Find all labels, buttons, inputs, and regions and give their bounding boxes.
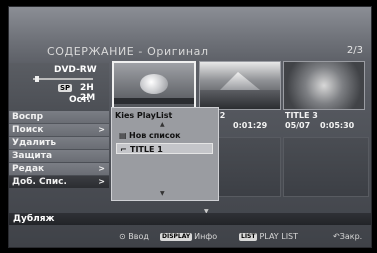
submenu-arrow-icon: > xyxy=(98,177,105,186)
title-date: 05/07 xyxy=(285,121,311,130)
menu-item-delete[interactable]: Удалить xyxy=(9,137,109,149)
folder-icon: ⌐ xyxy=(120,145,127,154)
title-duration: 0:05:30 xyxy=(320,121,355,130)
title-thumbnail-2[interactable] xyxy=(199,61,281,110)
page-number: 2/3 xyxy=(346,45,363,56)
display-key: DISPLAY xyxy=(160,232,193,241)
enter-label: Ввод xyxy=(128,232,149,241)
playlist-option-title1[interactable]: ⌐ TITLE 1 xyxy=(116,143,213,154)
remaining-label: Ост. xyxy=(69,95,91,105)
menu-item-label: Поиск xyxy=(12,125,44,135)
footer-hints: ⊙ Ввод DISPLAY Инфо LIST PLAY LIST ↶Закр. xyxy=(9,227,371,247)
disc-usage-marker xyxy=(35,76,39,82)
menu-item-dubbing[interactable]: Дубляж xyxy=(9,213,371,225)
enter-icon: ⊙ xyxy=(119,232,126,241)
option-label: TITLE 1 xyxy=(130,145,163,154)
thumbnail-image xyxy=(220,72,260,90)
list-label: PLAY LIST xyxy=(259,232,299,241)
popup-title: Kies PlayList xyxy=(115,111,173,120)
empty-title-slot xyxy=(283,137,369,197)
scroll-down-icon[interactable]: ▼ xyxy=(160,190,165,197)
menu-item-edit[interactable]: Редак > xyxy=(9,163,109,175)
title-duration: 0:01:29 xyxy=(233,121,268,130)
menu-item-search[interactable]: Поиск > xyxy=(9,124,109,136)
thumbnail-image xyxy=(140,74,168,94)
disc-type: DVD-RW xyxy=(54,65,97,75)
submenu-arrow-icon: > xyxy=(98,164,105,173)
menu-item-protect[interactable]: Защита xyxy=(9,150,109,162)
header: СОДЕРЖАНИЕ - Оригинал 2/3 xyxy=(9,7,371,63)
menu-item-label: Удалить xyxy=(12,138,57,148)
close-label: Закр. xyxy=(339,232,363,241)
page-title: СОДЕРЖАНИЕ - Оригинал xyxy=(47,45,209,58)
new-playlist-option[interactable]: ▤ Нов список xyxy=(116,130,213,141)
list-hint: LIST PLAY LIST xyxy=(239,227,298,247)
recording-mode-badge: SP xyxy=(58,84,73,92)
menu-item-label: Защита xyxy=(12,151,53,161)
display-hint: DISPLAY Инфо xyxy=(160,227,217,247)
submenu-arrow-icon: > xyxy=(98,125,105,134)
close-hint: ↶Закр. xyxy=(333,227,362,247)
return-icon: ↶ xyxy=(333,232,340,241)
playlist-popup: Kies PlayList ▲ ▤ Нов список ⌐ TITLE 1 ▼ xyxy=(111,107,219,201)
menu-item-label: Редак xyxy=(12,164,45,174)
film-icon: ▤ xyxy=(119,131,127,140)
dvd-menu-screen: СОДЕРЖАНИЕ - Оригинал 2/3 DVD-RW SP 2H 2… xyxy=(8,6,372,248)
list-key: LIST xyxy=(239,232,258,241)
options-menu: Воспр Поиск > Удалить Защита Редак > Доб… xyxy=(9,111,109,189)
option-label: Нов список xyxy=(129,131,181,140)
disc-info: DVD-RW SP 2H 2M Ост. xyxy=(9,63,109,111)
menu-item-add-to-list[interactable]: Доб. Спис. > xyxy=(9,176,109,188)
thumbnail-image xyxy=(114,98,194,104)
enter-hint: ⊙ Ввод xyxy=(119,227,149,247)
menu-item-play[interactable]: Воспр xyxy=(9,111,109,123)
title-thumbnail-1[interactable] xyxy=(112,61,196,112)
title-name: TITLE 3 xyxy=(285,111,318,120)
menu-item-label: Воспр xyxy=(12,112,44,122)
title-thumbnail-3[interactable] xyxy=(283,61,365,110)
menu-item-label: Дубляж xyxy=(13,214,55,224)
display-label: Инфо xyxy=(194,232,218,241)
scroll-up-icon[interactable]: ▲ xyxy=(160,121,165,128)
disc-usage-bar xyxy=(33,78,93,80)
menu-item-label: Доб. Спис. xyxy=(12,177,67,187)
